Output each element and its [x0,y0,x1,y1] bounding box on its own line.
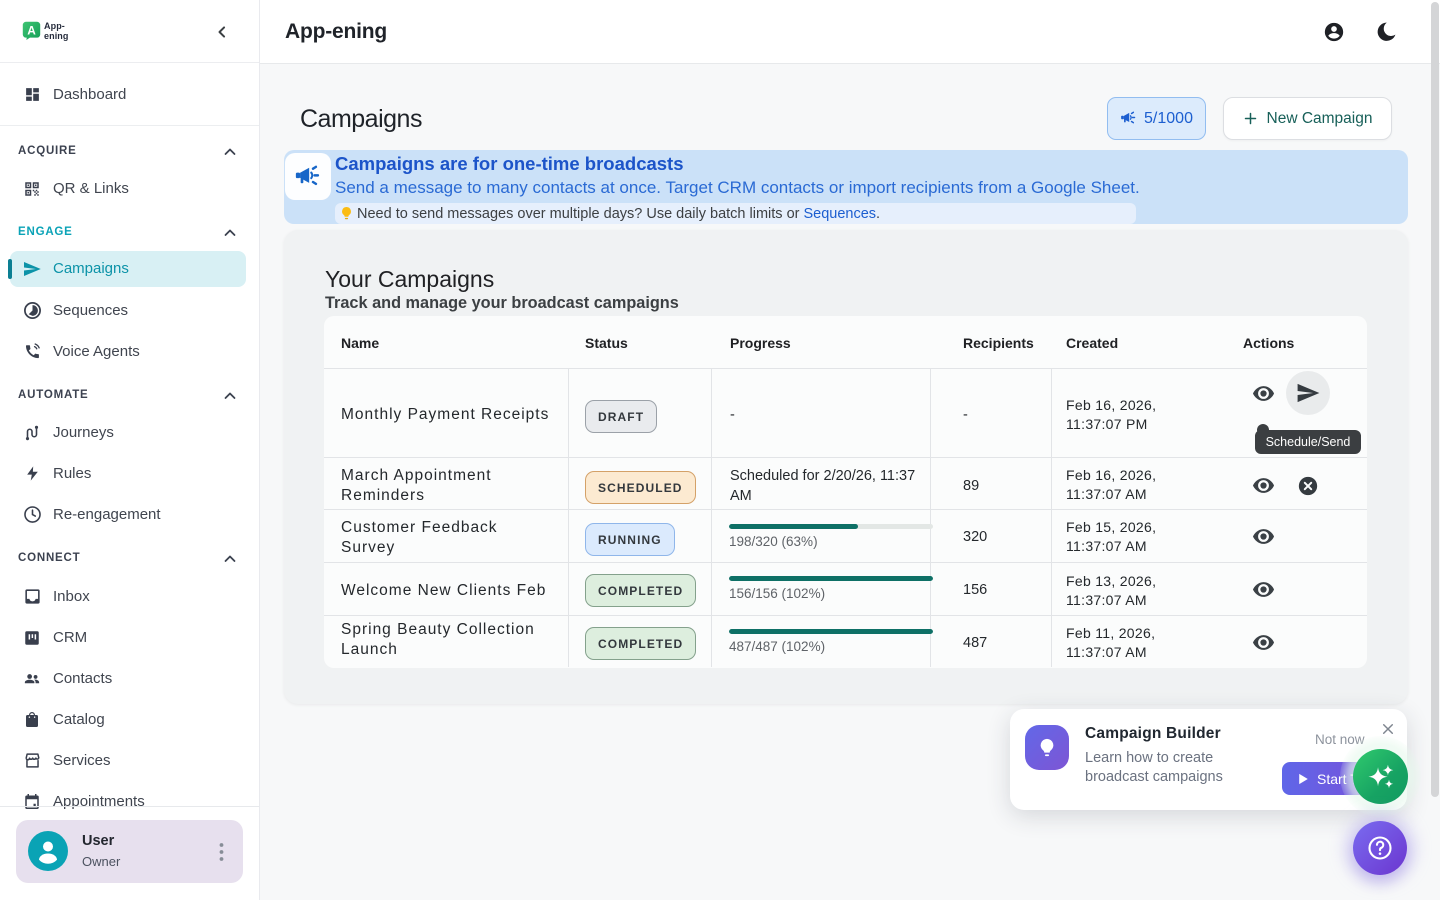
svg-text:A: A [27,23,36,37]
